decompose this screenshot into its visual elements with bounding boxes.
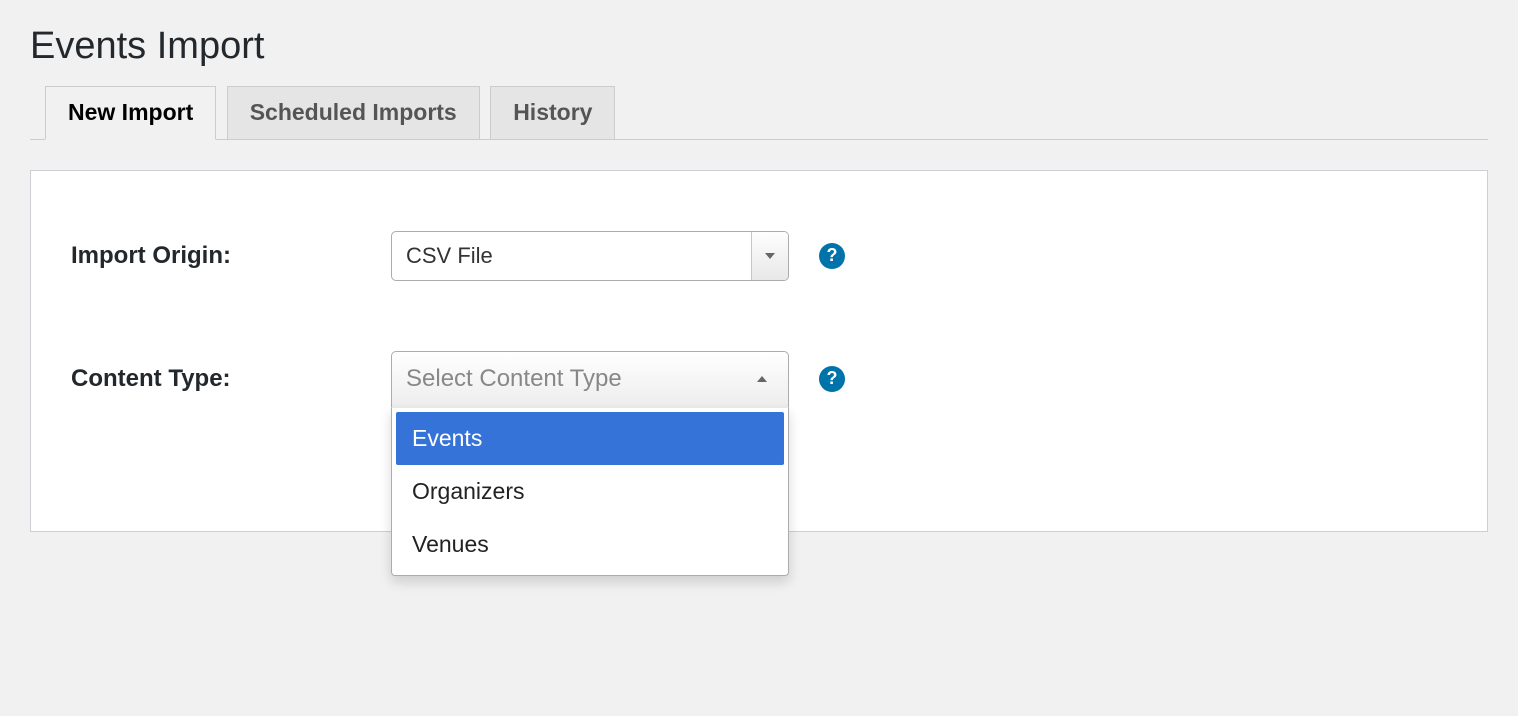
label-import-origin: Import Origin: — [71, 242, 391, 270]
select-import-origin-value: CSV File — [392, 232, 751, 280]
row-content-type: Content Type: Select Content Type Events… — [71, 351, 1447, 407]
select-import-origin[interactable]: CSV File — [391, 231, 789, 281]
help-icon[interactable]: ? — [819, 243, 845, 269]
select-content-type[interactable]: Select Content Type — [391, 351, 789, 407]
select-content-type-menu: Events Organizers Venues — [391, 407, 789, 576]
option-venues[interactable]: Venues — [396, 518, 784, 571]
label-content-type: Content Type: — [71, 365, 391, 393]
select-content-type-placeholder: Select Content Type — [406, 365, 750, 393]
row-import-origin: Import Origin: CSV File ? — [71, 231, 1447, 281]
import-form: Import Origin: CSV File ? Content Type: … — [30, 170, 1488, 532]
tab-new-import[interactable]: New Import — [45, 86, 216, 140]
option-events[interactable]: Events — [396, 412, 784, 465]
tab-history[interactable]: History — [490, 86, 615, 140]
help-icon[interactable]: ? — [819, 366, 845, 392]
chevron-down-icon — [751, 232, 788, 280]
tab-bar: New Import Scheduled Imports History — [30, 86, 1488, 140]
tab-scheduled-imports[interactable]: Scheduled Imports — [227, 86, 480, 140]
chevron-up-icon — [750, 376, 774, 382]
option-organizers[interactable]: Organizers — [396, 465, 784, 518]
page-title: Events Import — [30, 25, 1488, 68]
